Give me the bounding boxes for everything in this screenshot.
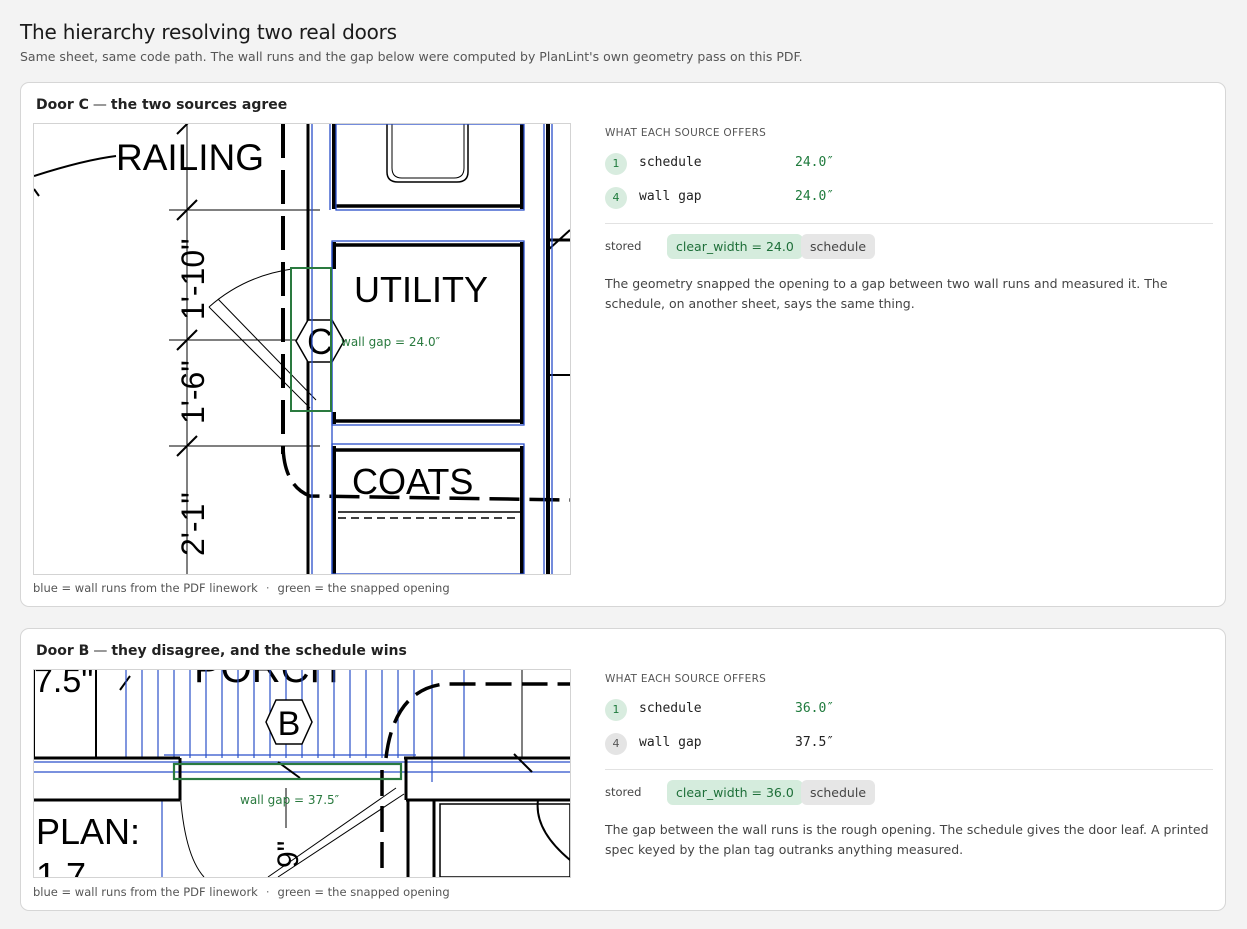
explanation-text: The geometry snapped the opening to a ga… bbox=[605, 276, 1168, 311]
dimension-label: 9" bbox=[272, 841, 305, 868]
room-label-coats: COATS bbox=[352, 461, 473, 502]
plan-label: 1.7 bbox=[36, 855, 86, 877]
dimension-label: 2'-1" bbox=[175, 492, 211, 556]
door-c-plan-view: RAILING 1'-10" 1'-6" 2'-1" UTILITY COATS… bbox=[33, 123, 571, 575]
source-label: wall gap bbox=[639, 189, 702, 204]
section-heading: WHAT EACH SOURCE OFFERS bbox=[605, 127, 767, 139]
gap-label: wall gap = 24.0″ bbox=[341, 335, 441, 349]
dimension-label: 1'-6" bbox=[175, 360, 211, 424]
page-title: The hierarchy resolving two real doors bbox=[20, 20, 397, 44]
priority-badge: 1 bbox=[605, 699, 627, 721]
railing-label: RAILING bbox=[116, 137, 264, 178]
priority-badge: 1 bbox=[605, 153, 627, 175]
sources-panel: WHAT EACH SOURCE OFFERS 1 schedule 36.0″… bbox=[605, 673, 1213, 860]
title-separator: — bbox=[92, 97, 107, 113]
source-row-wall-gap: 4 wall gap 24.0″ bbox=[605, 181, 1213, 215]
door-tag: C bbox=[307, 321, 333, 362]
source-label: schedule bbox=[639, 701, 702, 716]
priority-badge: 4 bbox=[605, 733, 627, 755]
card-title: Door C — the two sources agree bbox=[36, 97, 287, 113]
stored-value-pill: clear_width = 24.0 bbox=[667, 234, 803, 259]
door-name: Door C bbox=[36, 97, 89, 113]
plan-drawing: 7.5" PORCH bbox=[34, 670, 570, 877]
source-row-schedule: 1 schedule 24.0″ bbox=[605, 147, 1213, 181]
source-value: 24.0″ bbox=[795, 189, 835, 204]
dimension-label: 7.5" bbox=[34, 670, 93, 700]
room-label-utility: UTILITY bbox=[354, 269, 488, 310]
source-row-wall-gap: 4 wall gap 37.5″ bbox=[605, 727, 1213, 761]
plan-drawing: RAILING 1'-10" 1'-6" 2'-1" UTILITY COATS… bbox=[34, 124, 570, 574]
source-value: 36.0″ bbox=[795, 701, 835, 716]
door-b-card: Door B — they disagree, and the schedule w… bbox=[20, 628, 1226, 911]
card-headline: the two sources agree bbox=[110, 97, 288, 113]
caption-green: green = the snapped opening bbox=[277, 885, 450, 899]
page-subtitle: Same sheet, same code path. The wall run… bbox=[20, 49, 803, 64]
priority-badge: 4 bbox=[605, 187, 627, 209]
divider bbox=[605, 769, 1213, 770]
card-title: Door B — they disagree, and the schedule w… bbox=[36, 643, 407, 659]
caption-blue: blue = wall runs from the PDF linework bbox=[33, 581, 258, 595]
caption-separator: · bbox=[265, 581, 270, 595]
door-c-card: Door C — the two sources agree RAILING 1'-… bbox=[20, 82, 1226, 607]
stored-row: stored clear_width = 36.0 schedule bbox=[605, 780, 1213, 806]
caption-blue: blue = wall runs from the PDF linework bbox=[33, 885, 258, 899]
plan-caption: blue = wall runs from the PDF linework · g… bbox=[33, 581, 450, 595]
door-name: Door B bbox=[36, 643, 90, 659]
divider bbox=[605, 223, 1213, 224]
stored-label: stored bbox=[605, 785, 642, 799]
plan-caption: blue = wall runs from the PDF linework · g… bbox=[33, 885, 450, 899]
plan-label: PLAN: bbox=[36, 811, 140, 852]
source-row-schedule: 1 schedule 36.0″ bbox=[605, 693, 1213, 727]
stored-value-pill: clear_width = 36.0 bbox=[667, 780, 803, 805]
card-headline: they disagree, and the schedule wins bbox=[111, 643, 407, 659]
source-label: wall gap bbox=[639, 735, 702, 750]
wall-runs bbox=[311, 124, 553, 574]
room-label-porch: PORCH bbox=[194, 670, 338, 691]
stored-source-pill: schedule bbox=[801, 234, 876, 259]
caption-separator: · bbox=[265, 885, 270, 899]
dimension-label: 1'-10" bbox=[175, 238, 211, 320]
source-value: 37.5″ bbox=[795, 735, 835, 750]
door-tag: B bbox=[278, 705, 301, 743]
source-value: 24.0″ bbox=[795, 155, 835, 170]
explanation-text: The gap between the wall runs is the rou… bbox=[605, 822, 1209, 857]
sources-panel: WHAT EACH SOURCE OFFERS 1 schedule 24.0″… bbox=[605, 127, 1213, 314]
gap-label: wall gap = 37.5″ bbox=[240, 793, 340, 807]
caption-green: green = the snapped opening bbox=[277, 581, 450, 595]
title-separator: — bbox=[93, 643, 108, 659]
source-label: schedule bbox=[639, 155, 702, 170]
section-heading: WHAT EACH SOURCE OFFERS bbox=[605, 673, 767, 685]
stored-row: stored clear_width = 24.0 schedule bbox=[605, 234, 1213, 260]
door-b-plan-view: 7.5" PORCH bbox=[33, 669, 571, 878]
stored-source-pill: schedule bbox=[801, 780, 876, 805]
stored-label: stored bbox=[605, 239, 642, 253]
